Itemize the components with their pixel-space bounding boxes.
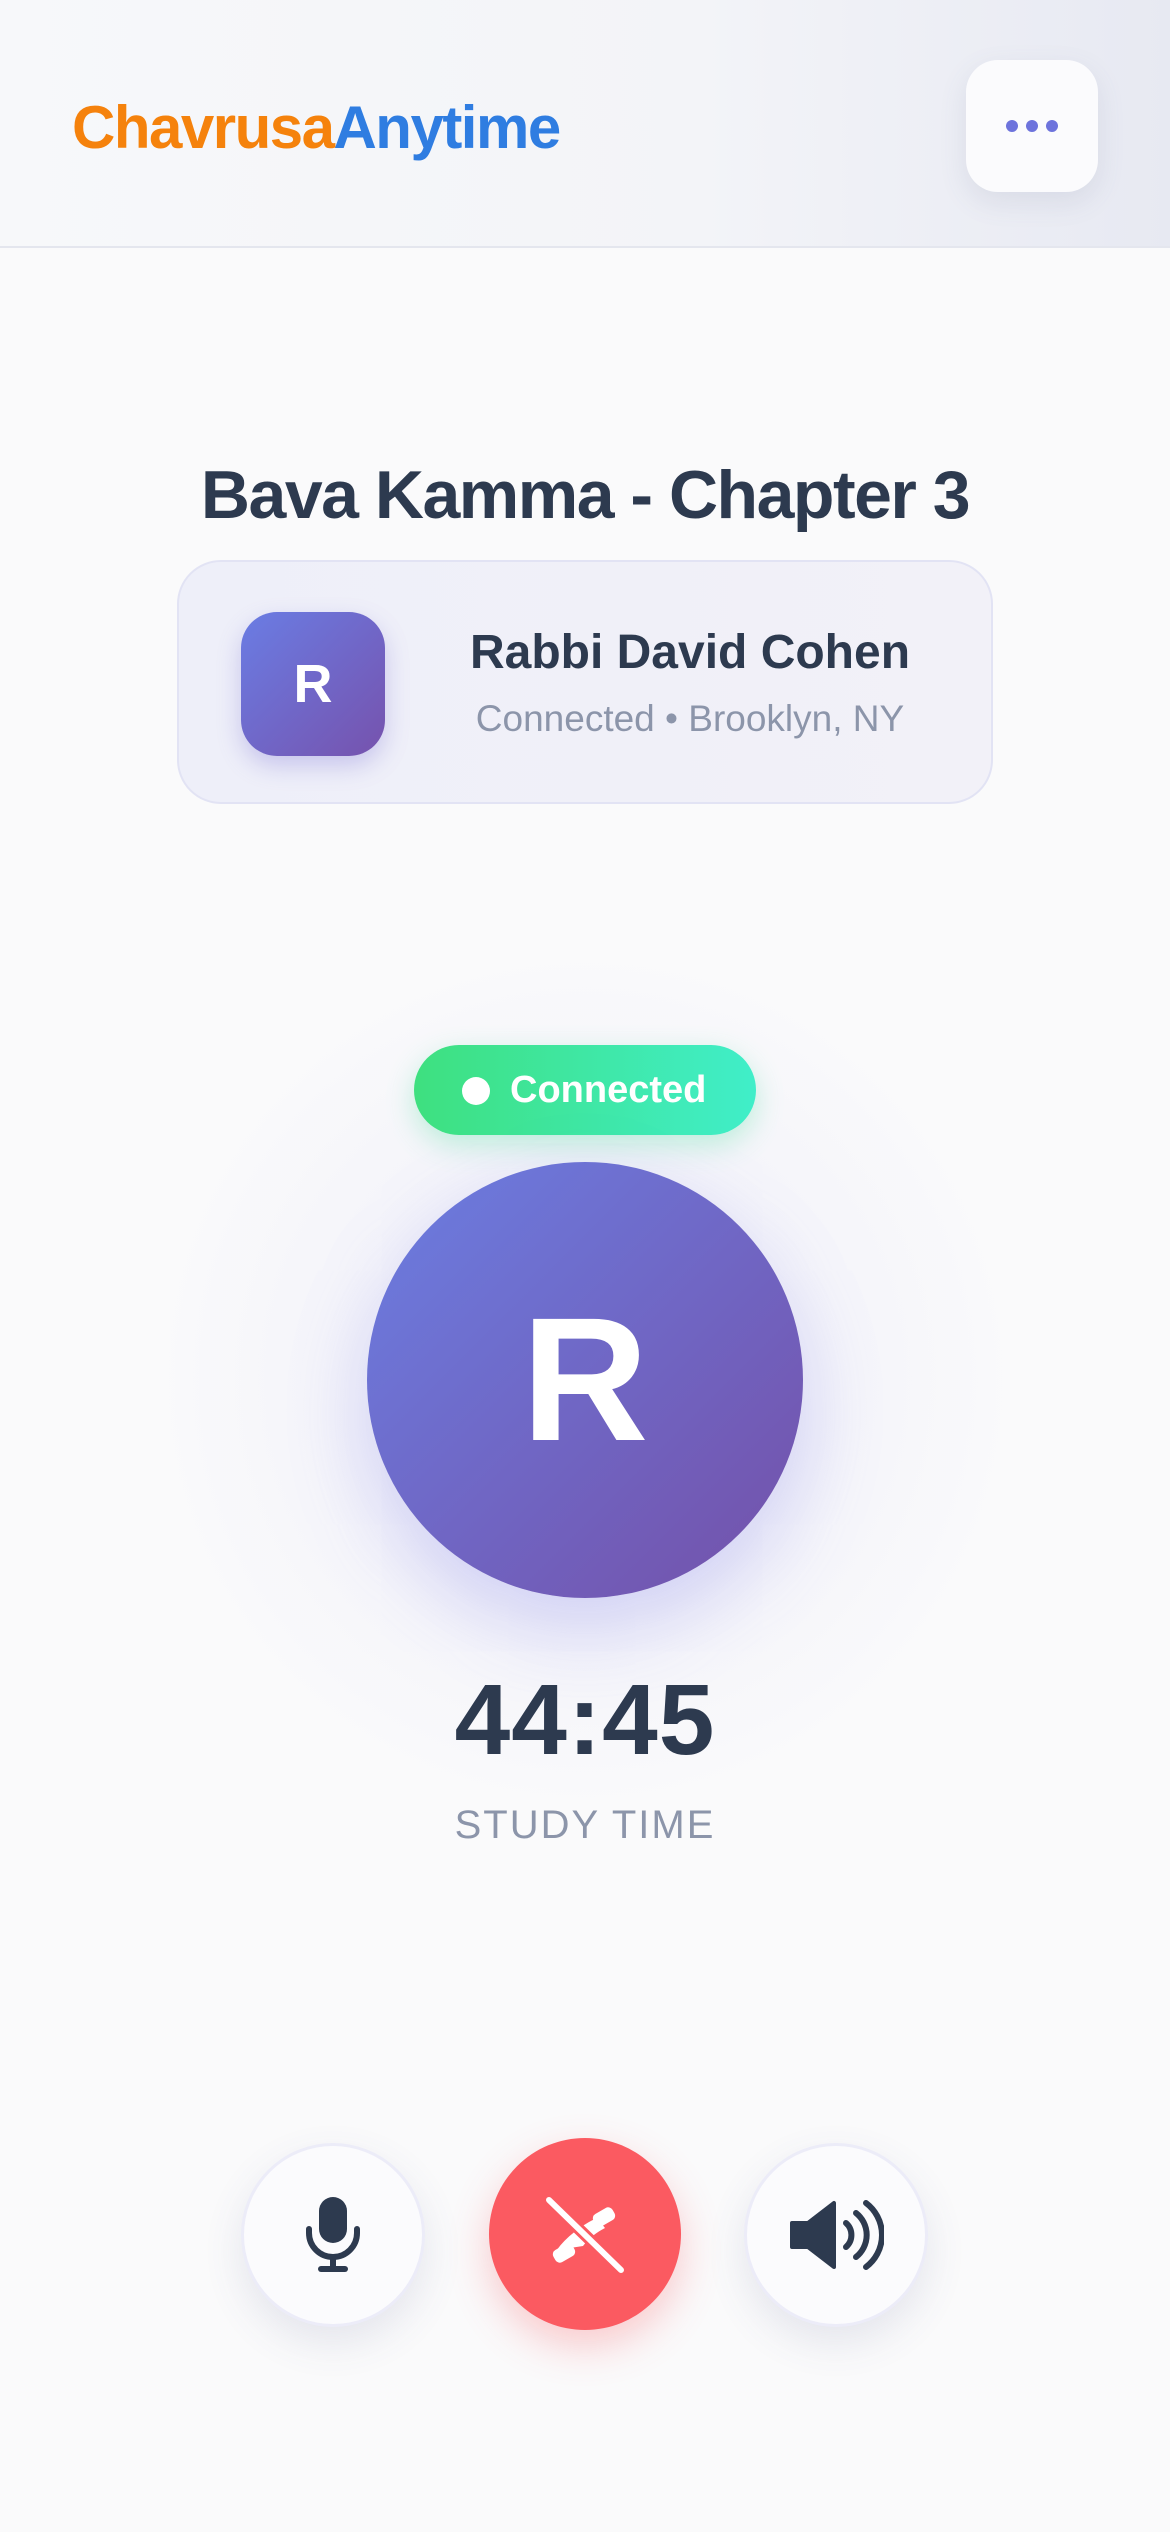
mute-button[interactable] [241,2143,425,2327]
partner-name: Rabbi David Cohen [469,626,911,679]
call-timer-label: STUDY TIME [454,1803,716,1847]
partner-status: Connected • Brooklyn, NY [475,698,905,739]
status-dot-icon [462,1077,490,1105]
connection-status-badge: Connected [414,1045,756,1135]
more-horizontal-icon [1006,120,1018,132]
app-header: ChavrusaAnytime [0,0,1170,248]
call-screen: ChavrusaAnytime Bava Kamma - Chapter 3 R… [0,0,1170,2532]
call-avatar: R [367,1162,803,1598]
session-title: Bava Kamma - Chapter 3 [200,457,971,533]
more-options-button[interactable] [966,60,1098,192]
app-logo[interactable]: ChavrusaAnytime [72,92,561,164]
more-horizontal-icon-dot [1026,120,1038,132]
end-call-icon [543,2194,627,2276]
more-horizontal-icon-dot [1046,120,1058,132]
speaker-button[interactable] [744,2143,928,2327]
end-call-button[interactable] [489,2138,681,2330]
speaker-icon [790,2200,884,2270]
microphone-icon [306,2197,360,2272]
logo-text-secondary: Anytime [333,94,561,161]
partner-card: R Rabbi David Cohen Connected • Brooklyn… [177,560,993,804]
partner-avatar: R [241,612,385,756]
connection-status-label: Connected [510,1069,707,1111]
call-timer: 44:45 [454,1664,716,1776]
logo-text-primary: Chavrusa [72,94,335,161]
